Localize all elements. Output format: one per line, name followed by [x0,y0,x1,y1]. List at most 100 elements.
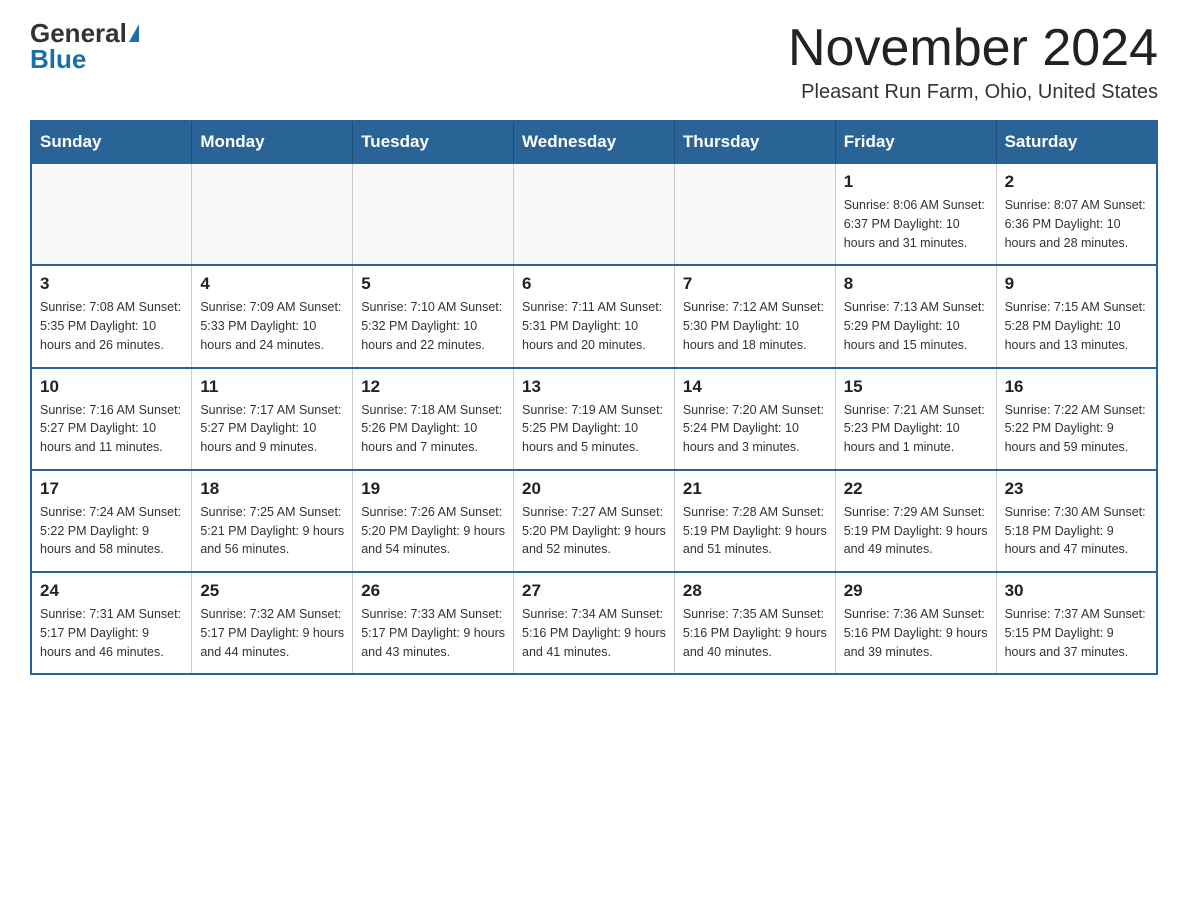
day-number: 10 [40,377,183,397]
logo-triangle-icon [129,24,139,42]
day-info: Sunrise: 7:28 AM Sunset: 5:19 PM Dayligh… [683,503,827,559]
day-number: 14 [683,377,827,397]
day-info: Sunrise: 7:27 AM Sunset: 5:20 PM Dayligh… [522,503,666,559]
weekday-header-tuesday: Tuesday [353,121,514,163]
calendar-cell: 22Sunrise: 7:29 AM Sunset: 5:19 PM Dayli… [835,470,996,572]
weekday-header-monday: Monday [192,121,353,163]
calendar-row-4: 24Sunrise: 7:31 AM Sunset: 5:17 PM Dayli… [31,572,1157,674]
day-info: Sunrise: 7:12 AM Sunset: 5:30 PM Dayligh… [683,298,827,354]
calendar-cell [514,163,675,265]
calendar-cell: 6 Sunrise: 7:11 AM Sunset: 5:31 PM Daylig… [514,265,675,367]
day-info: Sunrise: 7:25 AM Sunset: 5:21 PM Dayligh… [200,503,344,559]
day-number: 22 [844,479,988,499]
calendar-cell: 16 Sunrise: 7:22 AM Sunset: 5:22 PM Dayli… [996,368,1157,470]
calendar-table: SundayMondayTuesdayWednesdayThursdayFrid… [30,120,1158,675]
calendar-cell: 13 Sunrise: 7:19 AM Sunset: 5:25 PM Dayli… [514,368,675,470]
calendar-row-0: 1 Sunrise: 8:06 AM Sunset: 6:37 PM Daylig… [31,163,1157,265]
location-subtitle: Pleasant Run Farm, Ohio, United States [788,81,1158,104]
day-number: 2 [1005,172,1148,192]
calendar-cell: 7 Sunrise: 7:12 AM Sunset: 5:30 PM Daylig… [674,265,835,367]
day-number: 25 [200,581,344,601]
calendar-cell: 26 Sunrise: 7:33 AM Sunset: 5:17 PM Dayli… [353,572,514,674]
day-info: Sunrise: 7:18 AM Sunset: 5:26 PM Dayligh… [361,401,505,457]
calendar-cell: 17 Sunrise: 7:24 AM Sunset: 5:22 PM Dayli… [31,470,192,572]
logo: General Blue [30,20,139,72]
calendar-cell: 27 Sunrise: 7:34 AM Sunset: 5:16 PM Dayli… [514,572,675,674]
calendar-cell: 30Sunrise: 7:37 AM Sunset: 5:15 PM Dayli… [996,572,1157,674]
calendar-cell: 21Sunrise: 7:28 AM Sunset: 5:19 PM Dayli… [674,470,835,572]
calendar-cell: 15 Sunrise: 7:21 AM Sunset: 5:23 PM Dayli… [835,368,996,470]
day-number: 6 [522,274,666,294]
calendar-row-2: 10 Sunrise: 7:16 AM Sunset: 5:27 PM Dayli… [31,368,1157,470]
day-number: 12 [361,377,505,397]
day-info: Sunrise: 7:30 AM Sunset: 5:18 PM Dayligh… [1005,503,1148,559]
day-info: Sunrise: 7:22 AM Sunset: 5:22 PM Dayligh… [1005,401,1148,457]
day-number: 29 [844,581,988,601]
calendar-cell: 23 Sunrise: 7:30 AM Sunset: 5:18 PM Dayli… [996,470,1157,572]
calendar-cell [353,163,514,265]
weekday-header-friday: Friday [835,121,996,163]
day-info: Sunrise: 7:32 AM Sunset: 5:17 PM Dayligh… [200,605,344,661]
calendar-cell: 19Sunrise: 7:26 AM Sunset: 5:20 PM Dayli… [353,470,514,572]
day-number: 4 [200,274,344,294]
calendar-cell: 25 Sunrise: 7:32 AM Sunset: 5:17 PM Dayli… [192,572,353,674]
day-info: Sunrise: 7:16 AM Sunset: 5:27 PM Dayligh… [40,401,183,457]
day-number: 17 [40,479,183,499]
day-info: Sunrise: 7:34 AM Sunset: 5:16 PM Dayligh… [522,605,666,661]
calendar-cell: 1 Sunrise: 8:06 AM Sunset: 6:37 PM Daylig… [835,163,996,265]
day-number: 9 [1005,274,1148,294]
day-info: Sunrise: 7:13 AM Sunset: 5:29 PM Dayligh… [844,298,988,354]
calendar-cell: 18 Sunrise: 7:25 AM Sunset: 5:21 PM Dayli… [192,470,353,572]
day-number: 8 [844,274,988,294]
weekday-header-thursday: Thursday [674,121,835,163]
day-number: 15 [844,377,988,397]
day-info: Sunrise: 8:07 AM Sunset: 6:36 PM Dayligh… [1005,196,1148,252]
day-info: Sunrise: 8:06 AM Sunset: 6:37 PM Dayligh… [844,196,988,252]
calendar-cell: 9 Sunrise: 7:15 AM Sunset: 5:28 PM Daylig… [996,265,1157,367]
day-number: 7 [683,274,827,294]
calendar-row-3: 17 Sunrise: 7:24 AM Sunset: 5:22 PM Dayli… [31,470,1157,572]
day-number: 16 [1005,377,1148,397]
calendar-cell [31,163,192,265]
day-number: 27 [522,581,666,601]
calendar-cell [674,163,835,265]
calendar-cell: 28Sunrise: 7:35 AM Sunset: 5:16 PM Dayli… [674,572,835,674]
calendar-cell: 14Sunrise: 7:20 AM Sunset: 5:24 PM Dayli… [674,368,835,470]
day-info: Sunrise: 7:09 AM Sunset: 5:33 PM Dayligh… [200,298,344,354]
day-info: Sunrise: 7:15 AM Sunset: 5:28 PM Dayligh… [1005,298,1148,354]
calendar-row-1: 3 Sunrise: 7:08 AM Sunset: 5:35 PM Daylig… [31,265,1157,367]
day-info: Sunrise: 7:31 AM Sunset: 5:17 PM Dayligh… [40,605,183,661]
title-area: November 2024 Pleasant Run Farm, Ohio, U… [788,20,1158,104]
day-number: 28 [683,581,827,601]
month-title: November 2024 [788,20,1158,77]
day-info: Sunrise: 7:33 AM Sunset: 5:17 PM Dayligh… [361,605,505,661]
day-info: Sunrise: 7:11 AM Sunset: 5:31 PM Dayligh… [522,298,666,354]
day-number: 3 [40,274,183,294]
day-number: 30 [1005,581,1148,601]
day-info: Sunrise: 7:26 AM Sunset: 5:20 PM Dayligh… [361,503,505,559]
calendar-cell: 20 Sunrise: 7:27 AM Sunset: 5:20 PM Dayli… [514,470,675,572]
weekday-header-wednesday: Wednesday [514,121,675,163]
day-info: Sunrise: 7:08 AM Sunset: 5:35 PM Dayligh… [40,298,183,354]
day-info: Sunrise: 7:24 AM Sunset: 5:22 PM Dayligh… [40,503,183,559]
calendar-cell: 10 Sunrise: 7:16 AM Sunset: 5:27 PM Dayli… [31,368,192,470]
day-number: 11 [200,377,344,397]
calendar-cell: 4 Sunrise: 7:09 AM Sunset: 5:33 PM Daylig… [192,265,353,367]
logo-blue-text: Blue [30,46,86,72]
day-number: 26 [361,581,505,601]
day-number: 1 [844,172,988,192]
day-number: 18 [200,479,344,499]
day-info: Sunrise: 7:36 AM Sunset: 5:16 PM Dayligh… [844,605,988,661]
day-info: Sunrise: 7:10 AM Sunset: 5:32 PM Dayligh… [361,298,505,354]
day-number: 13 [522,377,666,397]
day-number: 23 [1005,479,1148,499]
day-info: Sunrise: 7:17 AM Sunset: 5:27 PM Dayligh… [200,401,344,457]
day-number: 20 [522,479,666,499]
day-info: Sunrise: 7:19 AM Sunset: 5:25 PM Dayligh… [522,401,666,457]
calendar-cell: 12 Sunrise: 7:18 AM Sunset: 5:26 PM Dayli… [353,368,514,470]
day-info: Sunrise: 7:21 AM Sunset: 5:23 PM Dayligh… [844,401,988,457]
page-header: General Blue November 2024 Pleasant Run … [30,20,1158,104]
calendar-cell: 11 Sunrise: 7:17 AM Sunset: 5:27 PM Dayli… [192,368,353,470]
weekday-header-row: SundayMondayTuesdayWednesdayThursdayFrid… [31,121,1157,163]
calendar-cell: 2 Sunrise: 8:07 AM Sunset: 6:36 PM Daylig… [996,163,1157,265]
